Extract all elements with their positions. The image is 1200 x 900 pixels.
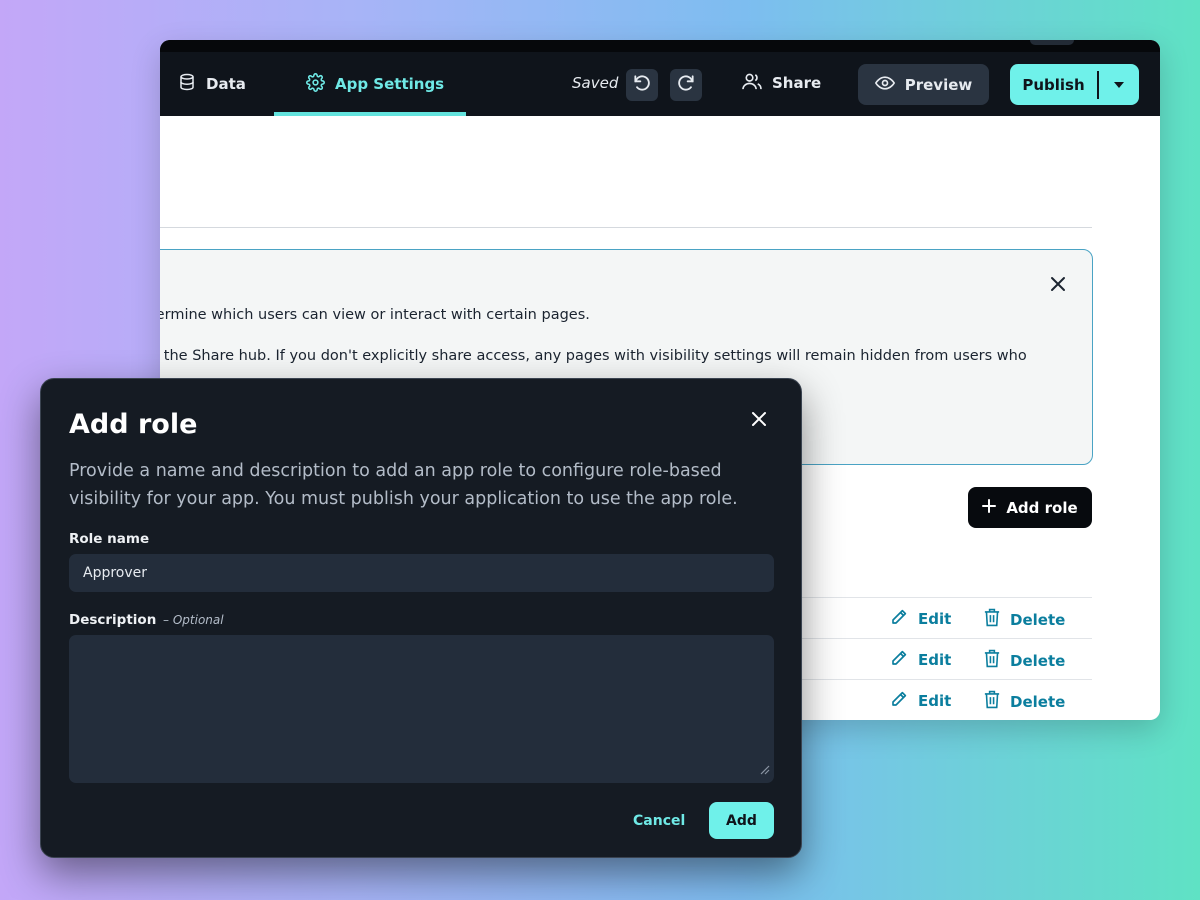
pencil-icon bbox=[890, 649, 908, 671]
edit-button[interactable]: Edit bbox=[890, 608, 951, 630]
pencil-icon bbox=[890, 690, 908, 712]
description-label-text: Description bbox=[69, 612, 157, 628]
redo-icon bbox=[676, 73, 696, 97]
delete-label: Delete bbox=[1010, 610, 1066, 629]
modal-description: Provide a name and description to add an… bbox=[69, 461, 738, 509]
add-role-label: Add role bbox=[1006, 498, 1078, 517]
edit-button[interactable]: Edit bbox=[890, 690, 951, 712]
eye-icon bbox=[874, 75, 895, 95]
save-status: Saved bbox=[572, 74, 619, 92]
delete-button[interactable]: Delete bbox=[984, 608, 1065, 631]
role-name-input[interactable]: Approver bbox=[69, 554, 774, 592]
description-textarea[interactable] bbox=[69, 635, 774, 783]
top-navigation-bar: Data App Settings Saved Share Preview Pu… bbox=[160, 40, 1160, 116]
edit-label: Edit bbox=[918, 610, 952, 628]
optional-tag: – Optional bbox=[163, 613, 224, 627]
database-icon bbox=[178, 73, 196, 95]
cancel-button[interactable]: Cancel bbox=[633, 813, 685, 829]
plus-icon bbox=[982, 498, 997, 517]
info-text-line-1: termine which users can view or interact… bbox=[160, 307, 590, 323]
trash-icon bbox=[984, 608, 1000, 631]
edit-button[interactable]: Edit bbox=[890, 649, 951, 671]
section-divider bbox=[160, 227, 1092, 228]
preview-button[interactable]: Preview bbox=[858, 64, 989, 105]
tab-app-settings-label: App Settings bbox=[335, 75, 445, 93]
close-icon[interactable] bbox=[751, 411, 767, 431]
tab-data-label: Data bbox=[206, 75, 246, 93]
delete-label: Delete bbox=[1010, 692, 1066, 711]
delete-button[interactable]: Delete bbox=[984, 690, 1065, 713]
add-role-modal: Add role Provide a name and description … bbox=[40, 378, 802, 858]
publish-label: Publish bbox=[1022, 75, 1085, 94]
delete-label: Delete bbox=[1010, 651, 1066, 670]
share-button[interactable]: Share bbox=[742, 72, 821, 94]
role-name-value: Approver bbox=[83, 565, 148, 581]
gradient-background: Data App Settings Saved Share Preview Pu… bbox=[0, 0, 1200, 900]
tab-data[interactable]: Data bbox=[178, 52, 246, 116]
trash-icon bbox=[984, 649, 1000, 672]
pencil-icon bbox=[890, 608, 908, 630]
modal-title: Add role bbox=[69, 409, 198, 440]
window-title-strip bbox=[160, 40, 1160, 52]
add-button[interactable]: Add bbox=[709, 802, 774, 839]
close-icon[interactable] bbox=[1050, 276, 1066, 296]
active-tab-indicator bbox=[274, 112, 466, 116]
add-role-button[interactable]: Add role bbox=[968, 487, 1092, 528]
window-handle bbox=[1030, 40, 1074, 45]
caret-down-icon[interactable] bbox=[1099, 81, 1139, 89]
info-text-line-2: n the Share hub. If you don't explicitly… bbox=[160, 348, 1027, 364]
preview-label: Preview bbox=[904, 75, 973, 94]
share-label: Share bbox=[772, 74, 822, 92]
users-icon bbox=[742, 72, 762, 94]
undo-button[interactable] bbox=[626, 69, 658, 101]
edit-label: Edit bbox=[918, 651, 952, 669]
role-name-label: Role name bbox=[69, 531, 150, 547]
trash-icon bbox=[984, 690, 1000, 713]
description-label: Description – Optional bbox=[69, 612, 224, 628]
publish-button[interactable]: Publish bbox=[1010, 64, 1139, 105]
tab-app-settings[interactable]: App Settings bbox=[306, 52, 444, 116]
redo-button[interactable] bbox=[670, 69, 702, 101]
delete-button[interactable]: Delete bbox=[984, 649, 1065, 672]
gear-icon bbox=[306, 72, 325, 96]
resize-handle-icon[interactable] bbox=[760, 760, 770, 779]
edit-label: Edit bbox=[918, 692, 952, 710]
undo-icon bbox=[632, 73, 652, 97]
